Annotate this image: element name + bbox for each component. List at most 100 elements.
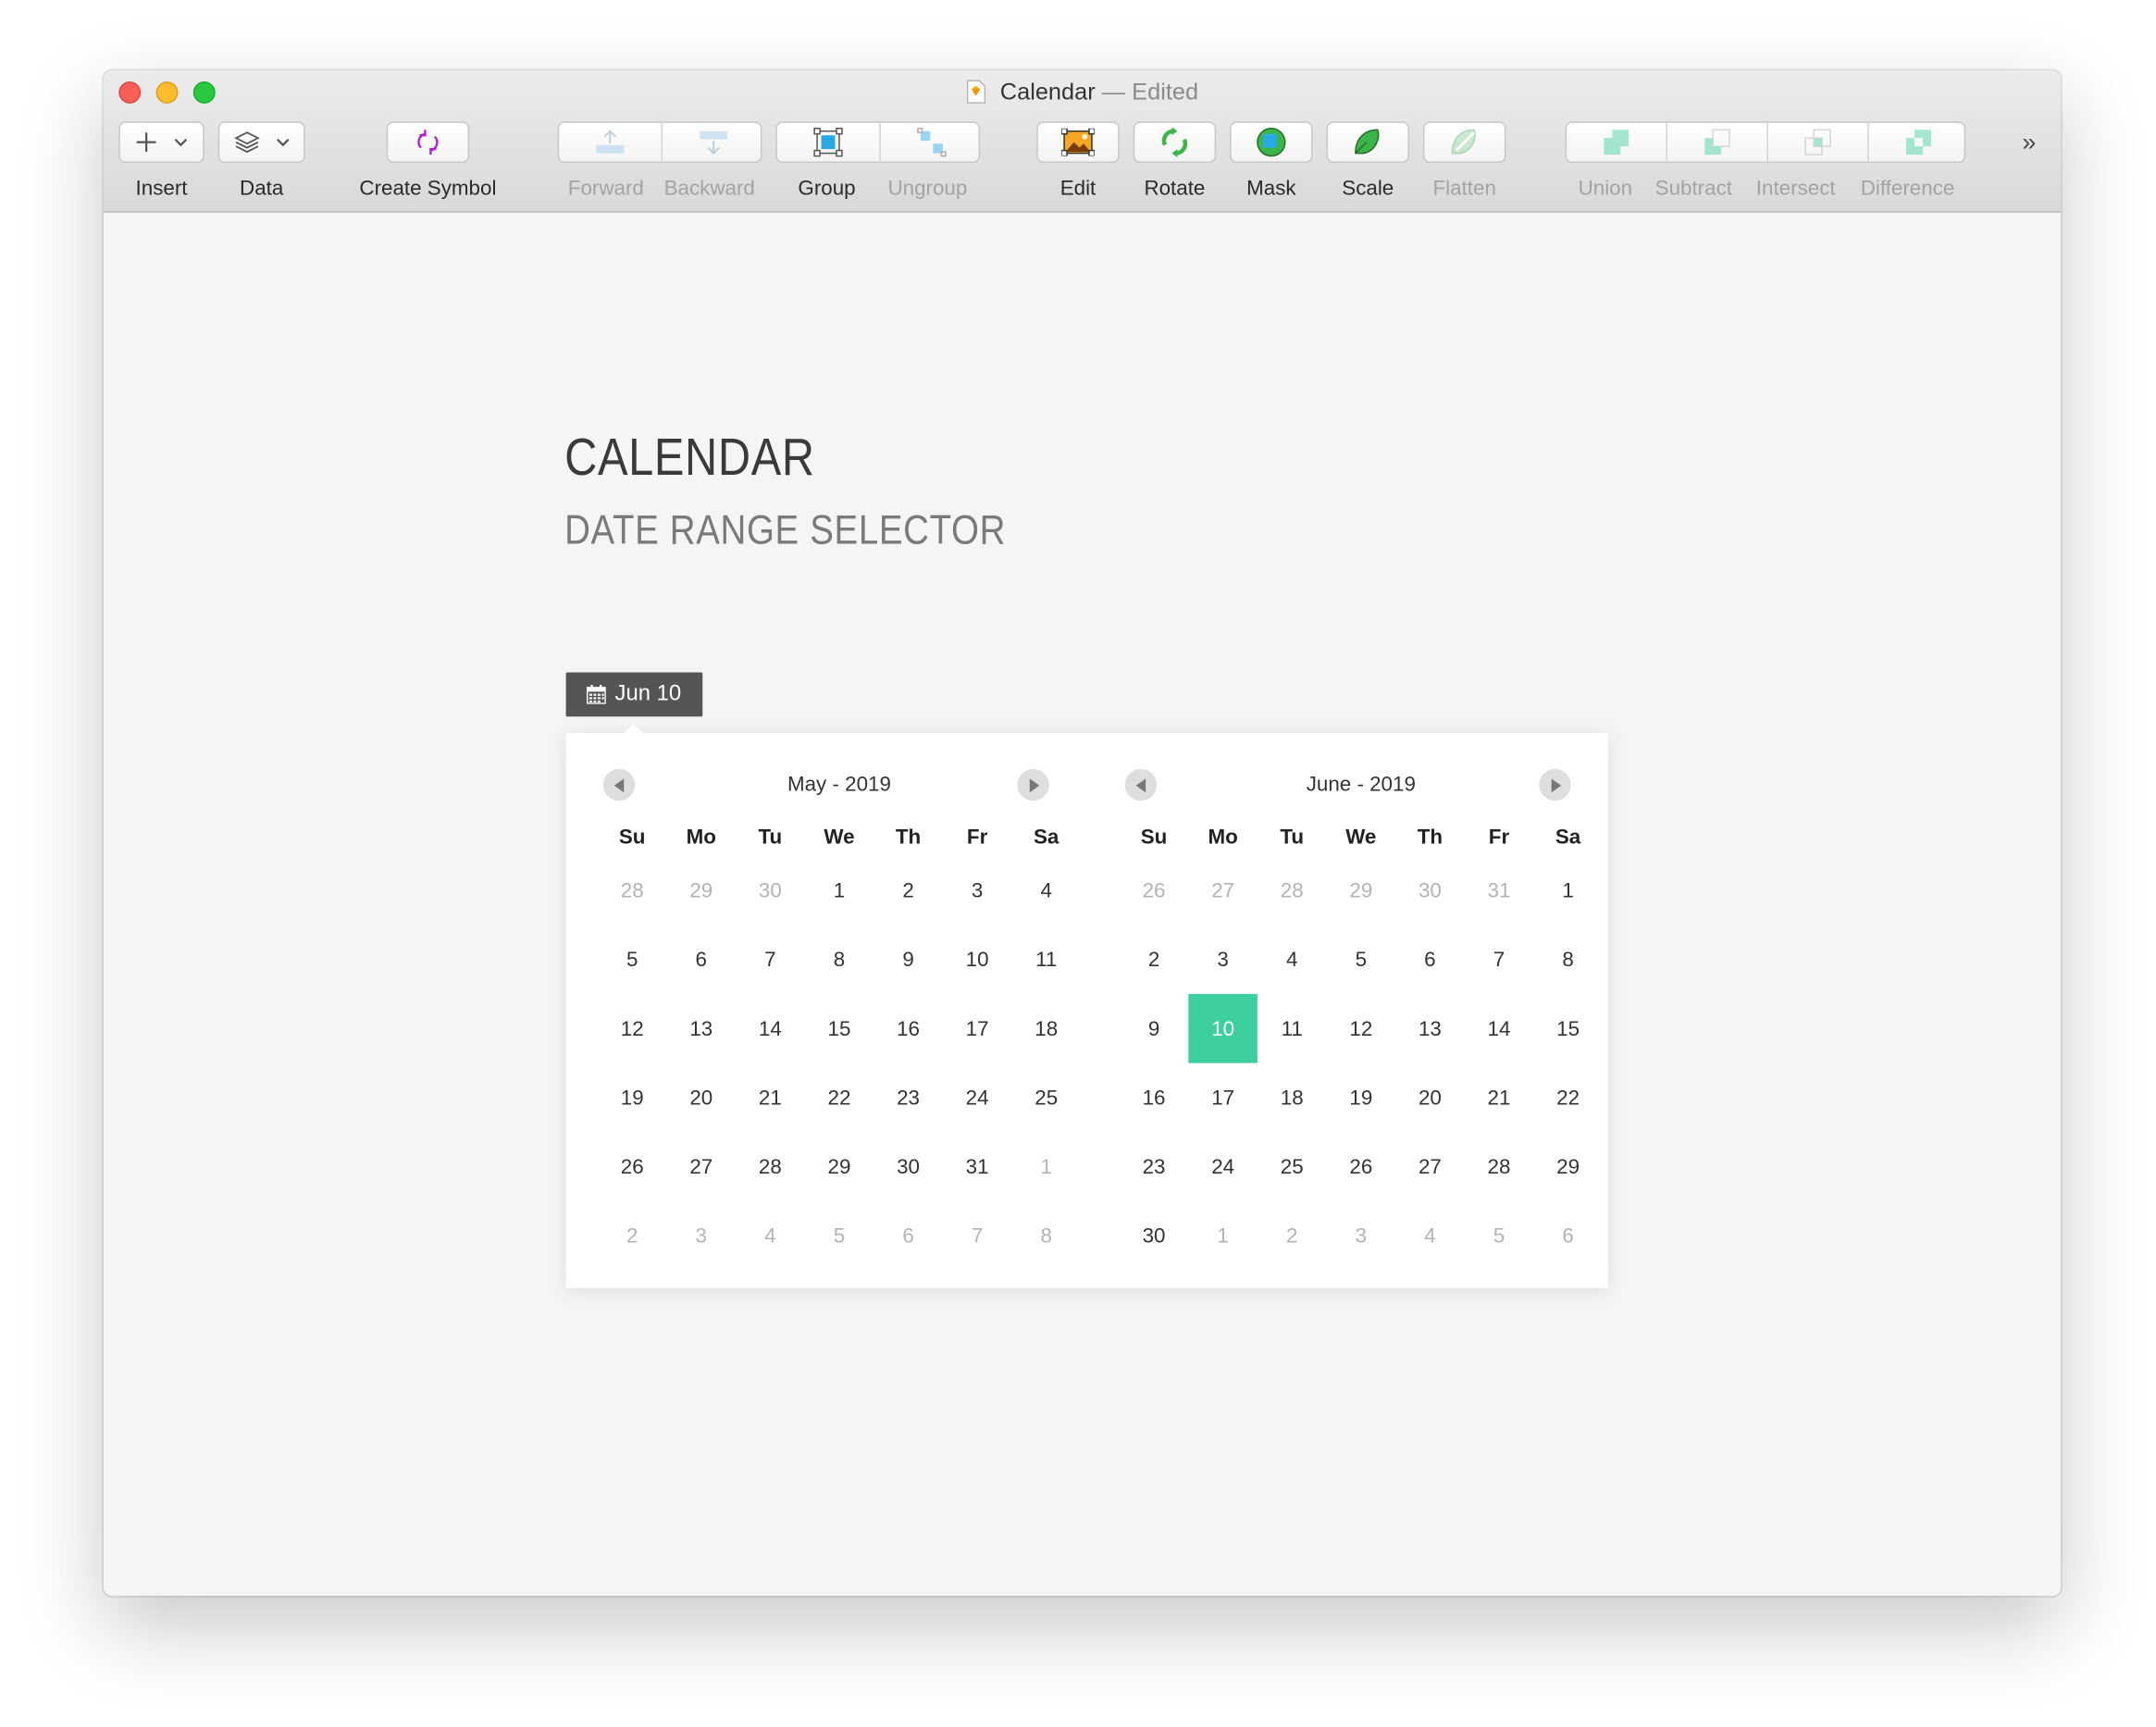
edit-button[interactable]	[1036, 121, 1120, 164]
day-cell[interactable]: 15	[1533, 994, 1603, 1063]
day-cell[interactable]: 26	[1120, 856, 1189, 926]
day-cell[interactable]: 28	[1258, 856, 1327, 926]
day-cell[interactable]: 21	[736, 1063, 805, 1133]
day-cell[interactable]: 2	[598, 1201, 667, 1271]
day-cell[interactable]: 2	[1258, 1201, 1327, 1271]
day-cell[interactable]: 5	[1465, 1201, 1534, 1271]
insert-button[interactable]	[118, 121, 204, 164]
day-cell[interactable]: 25	[1011, 1063, 1081, 1133]
day-cell[interactable]: 7	[736, 925, 805, 994]
day-cell[interactable]: 12	[598, 994, 667, 1063]
day-cell[interactable]: 6	[1395, 925, 1465, 994]
day-cell[interactable]: 8	[1533, 925, 1603, 994]
day-cell[interactable]: 7	[943, 1201, 1012, 1271]
day-cell[interactable]: 30	[874, 1132, 943, 1201]
day-cell[interactable]: 28	[1465, 1132, 1534, 1201]
day-cell[interactable]: 16	[1120, 1063, 1189, 1133]
day-cell[interactable]: 4	[1011, 856, 1081, 926]
day-cell[interactable]: 5	[805, 1201, 874, 1271]
next-month-button[interactable]	[1017, 768, 1049, 801]
day-cell[interactable]: 23	[874, 1063, 943, 1133]
day-cell[interactable]: 30	[1120, 1201, 1189, 1271]
day-cell[interactable]: 3	[1327, 1201, 1396, 1271]
day-cell[interactable]: 11	[1011, 925, 1081, 994]
day-cell[interactable]: 26	[598, 1132, 667, 1201]
intersect-button[interactable]	[1768, 123, 1867, 162]
day-cell[interactable]: 20	[1395, 1063, 1465, 1133]
day-cell[interactable]: 1	[805, 856, 874, 926]
forward-button[interactable]	[559, 123, 661, 162]
day-cell[interactable]: 6	[666, 925, 736, 994]
day-cell[interactable]: 31	[1465, 856, 1534, 926]
group-button[interactable]	[777, 123, 879, 162]
day-cell[interactable]: 29	[666, 856, 736, 926]
day-cell[interactable]: 9	[874, 925, 943, 994]
day-cell[interactable]: 27	[666, 1132, 736, 1201]
day-cell[interactable]: 10	[943, 925, 1012, 994]
day-cell[interactable]: 1	[1011, 1132, 1081, 1201]
day-cell[interactable]: 30	[1395, 856, 1465, 926]
day-cell[interactable]: 18	[1011, 994, 1081, 1063]
day-cell[interactable]: 7	[1465, 925, 1534, 994]
day-cell[interactable]: 8	[805, 925, 874, 994]
day-cell[interactable]: 3	[943, 856, 1012, 926]
ungroup-button[interactable]	[881, 123, 982, 162]
day-cell[interactable]: 3	[1188, 925, 1258, 994]
day-cell[interactable]: 29	[1327, 856, 1396, 926]
day-cell[interactable]: 16	[874, 994, 943, 1063]
day-cell[interactable]: 28	[736, 1132, 805, 1201]
day-cell[interactable]: 19	[1327, 1063, 1396, 1133]
day-cell[interactable]: 23	[1120, 1132, 1189, 1201]
day-cell[interactable]: 24	[943, 1063, 1012, 1133]
day-cell[interactable]: 5	[598, 925, 667, 994]
day-cell[interactable]: 3	[666, 1201, 736, 1271]
day-cell[interactable]: 20	[666, 1063, 736, 1133]
day-cell[interactable]: 30	[736, 856, 805, 926]
mask-button[interactable]	[1230, 121, 1313, 164]
day-cell[interactable]: 1	[1188, 1201, 1258, 1271]
rotate-button[interactable]	[1133, 121, 1217, 164]
day-cell[interactable]: 22	[1533, 1063, 1603, 1133]
day-cell[interactable]: 13	[1395, 994, 1465, 1063]
day-cell[interactable]: 12	[1327, 994, 1396, 1063]
day-cell[interactable]: 9	[1120, 994, 1189, 1063]
day-cell[interactable]: 2	[1120, 925, 1189, 994]
union-button[interactable]	[1567, 123, 1666, 162]
day-cell[interactable]: 29	[805, 1132, 874, 1201]
day-cell[interactable]: 27	[1395, 1132, 1465, 1201]
next-month-button[interactable]	[1539, 768, 1571, 801]
day-cell[interactable]: 5	[1327, 925, 1396, 994]
day-cell[interactable]: 4	[736, 1201, 805, 1271]
day-cell[interactable]: 18	[1258, 1063, 1327, 1133]
day-cell[interactable]: 1	[1533, 856, 1603, 926]
day-cell[interactable]: 26	[1327, 1132, 1396, 1201]
day-cell[interactable]: 4	[1395, 1201, 1465, 1271]
day-cell[interactable]: 31	[943, 1132, 1012, 1201]
flatten-button[interactable]	[1422, 121, 1506, 164]
date-picker-toggle[interactable]: Jun 10	[565, 672, 703, 717]
day-cell[interactable]: 14	[1465, 994, 1534, 1063]
day-cell[interactable]: 21	[1465, 1063, 1534, 1133]
backward-button[interactable]	[663, 123, 763, 162]
day-cell[interactable]: 6	[874, 1201, 943, 1271]
day-cell[interactable]: 22	[805, 1063, 874, 1133]
scale-button[interactable]	[1326, 121, 1410, 164]
create-symbol-button[interactable]	[386, 121, 470, 164]
day-cell[interactable]: 17	[943, 994, 1012, 1063]
day-cell[interactable]: 19	[598, 1063, 667, 1133]
day-cell[interactable]: 28	[598, 856, 667, 926]
day-cell[interactable]: 4	[1258, 925, 1327, 994]
day-cell[interactable]: 24	[1188, 1132, 1258, 1201]
day-cell-selected[interactable]: 10	[1188, 994, 1258, 1063]
day-cell[interactable]: 15	[805, 994, 874, 1063]
toolbar-overflow-button[interactable]: »	[2022, 129, 2036, 157]
day-cell[interactable]: 6	[1533, 1201, 1603, 1271]
day-cell[interactable]: 14	[736, 994, 805, 1063]
data-button[interactable]	[217, 121, 305, 164]
day-cell[interactable]: 8	[1011, 1201, 1081, 1271]
day-cell[interactable]: 2	[874, 856, 943, 926]
day-cell[interactable]: 25	[1258, 1132, 1327, 1201]
day-cell[interactable]: 13	[666, 994, 736, 1063]
day-cell[interactable]: 17	[1188, 1063, 1258, 1133]
difference-button[interactable]	[1869, 123, 1967, 162]
